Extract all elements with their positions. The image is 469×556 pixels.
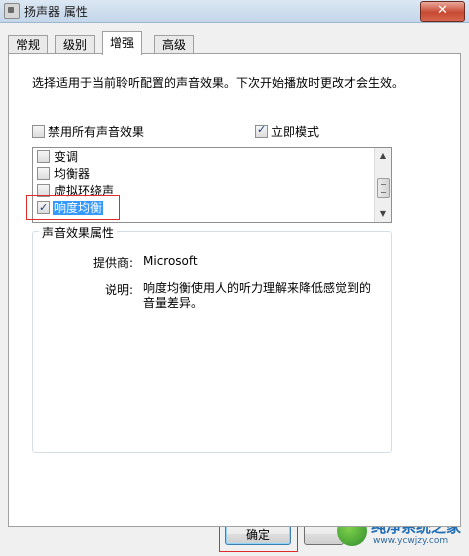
watermark-url: www.ycwjzy.com [373, 536, 449, 546]
tab-general[interactable]: 常规 [8, 35, 49, 54]
scroll-up-icon[interactable]: ▲ [375, 148, 391, 164]
tab-enhancements[interactable]: 增强 [102, 31, 143, 55]
scroll-thumb[interactable] [377, 178, 390, 198]
disable-all-effects-label: 禁用所有声音效果 [48, 125, 145, 139]
checkbox-box[interactable] [37, 150, 50, 163]
scroll-down-icon[interactable]: ▼ [375, 206, 391, 222]
effect-label: 均衡器 [54, 167, 91, 181]
enhancements-panel: 选择适用于当前聆听配置的声音效果。下次开始播放时更改才会生效。 禁用所有声音效果… [8, 53, 461, 527]
list-item[interactable]: 均衡器 [37, 166, 367, 183]
window-title: 扬声器 属性 [24, 5, 88, 19]
selected-effect-highlight [26, 195, 120, 220]
checkbox-box-checked[interactable] [255, 123, 268, 138]
description-value: 响度均衡使用人的听力理解来降低感觉到的音量差异。 [143, 281, 372, 310]
description-label: 说明: [104, 283, 133, 297]
disable-all-effects-checkbox[interactable]: 禁用所有声音效果 [32, 123, 144, 140]
tab-levels[interactable]: 级别 [55, 35, 96, 54]
immediate-mode-label: 立即模式 [271, 125, 320, 139]
close-icon: ✕ [437, 3, 448, 18]
speaker-properties-icon [4, 3, 20, 19]
effect-label: 变调 [54, 150, 79, 164]
provider-value: Microsoft [143, 254, 198, 268]
dialog-client-area: 常规 级别 增强 高级 选择适用于当前聆听配置的声音效果。下次开始播放时更改才会… [0, 23, 469, 556]
list-item[interactable]: 变调 [37, 149, 367, 166]
close-button[interactable]: ✕ [420, 1, 465, 22]
list-scrollbar[interactable]: ▲ ▼ [374, 148, 391, 222]
immediate-mode-checkbox[interactable]: 立即模式 [255, 123, 319, 140]
effect-properties-group: 声音效果属性 提供商: Microsoft 说明: 响度均衡使用人的听力理解来降… [32, 224, 392, 453]
tab-advanced[interactable]: 高级 [154, 35, 195, 54]
effect-properties-title: 声音效果属性 [39, 224, 118, 241]
title-bar: 扬声器 属性 ✕ [0, 0, 469, 23]
provider-label: 提供商: [92, 256, 133, 270]
enhancements-description: 选择适用于当前聆听配置的声音效果。下次开始播放时更改才会生效。 [32, 76, 405, 90]
checkbox-box[interactable] [32, 125, 45, 138]
checkbox-box[interactable] [37, 167, 50, 180]
